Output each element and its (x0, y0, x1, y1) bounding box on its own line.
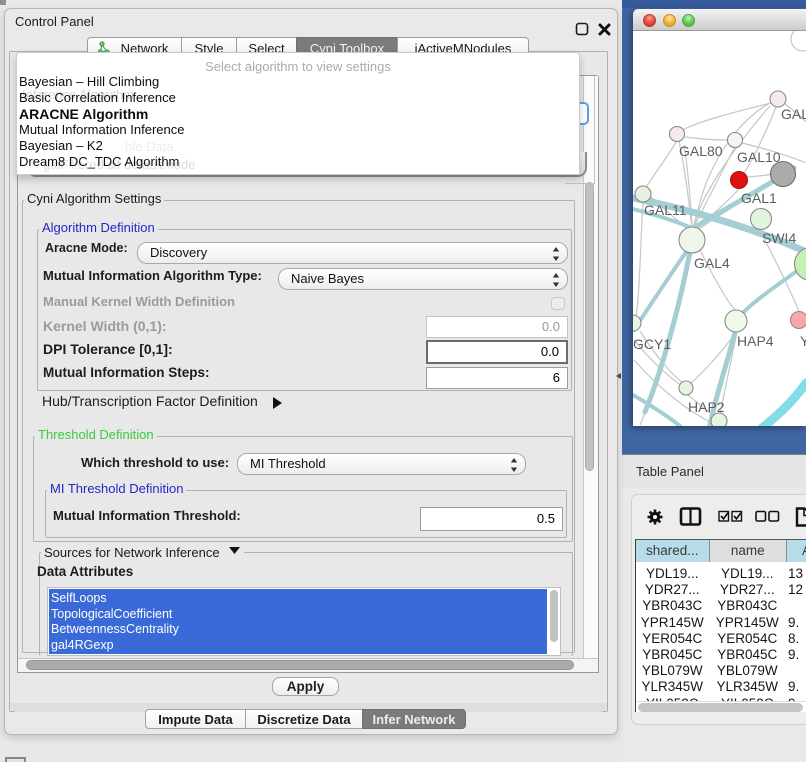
svg-text:SWI4: SWI4 (762, 230, 796, 246)
svg-text:Y: Y (800, 333, 806, 349)
svg-text:GAL10: GAL10 (737, 149, 781, 165)
svg-text:GAL2: GAL2 (781, 106, 806, 122)
svg-text:GAL1: GAL1 (741, 190, 777, 206)
svg-text:GAL11: GAL11 (644, 202, 687, 218)
svg-text:GAL80: GAL80 (679, 143, 723, 159)
svg-text:HAP4: HAP4 (737, 333, 774, 349)
svg-text:GAL4: GAL4 (694, 255, 730, 271)
svg-text:GCY1: GCY1 (633, 336, 671, 352)
svg-text:HAP2: HAP2 (688, 399, 725, 415)
